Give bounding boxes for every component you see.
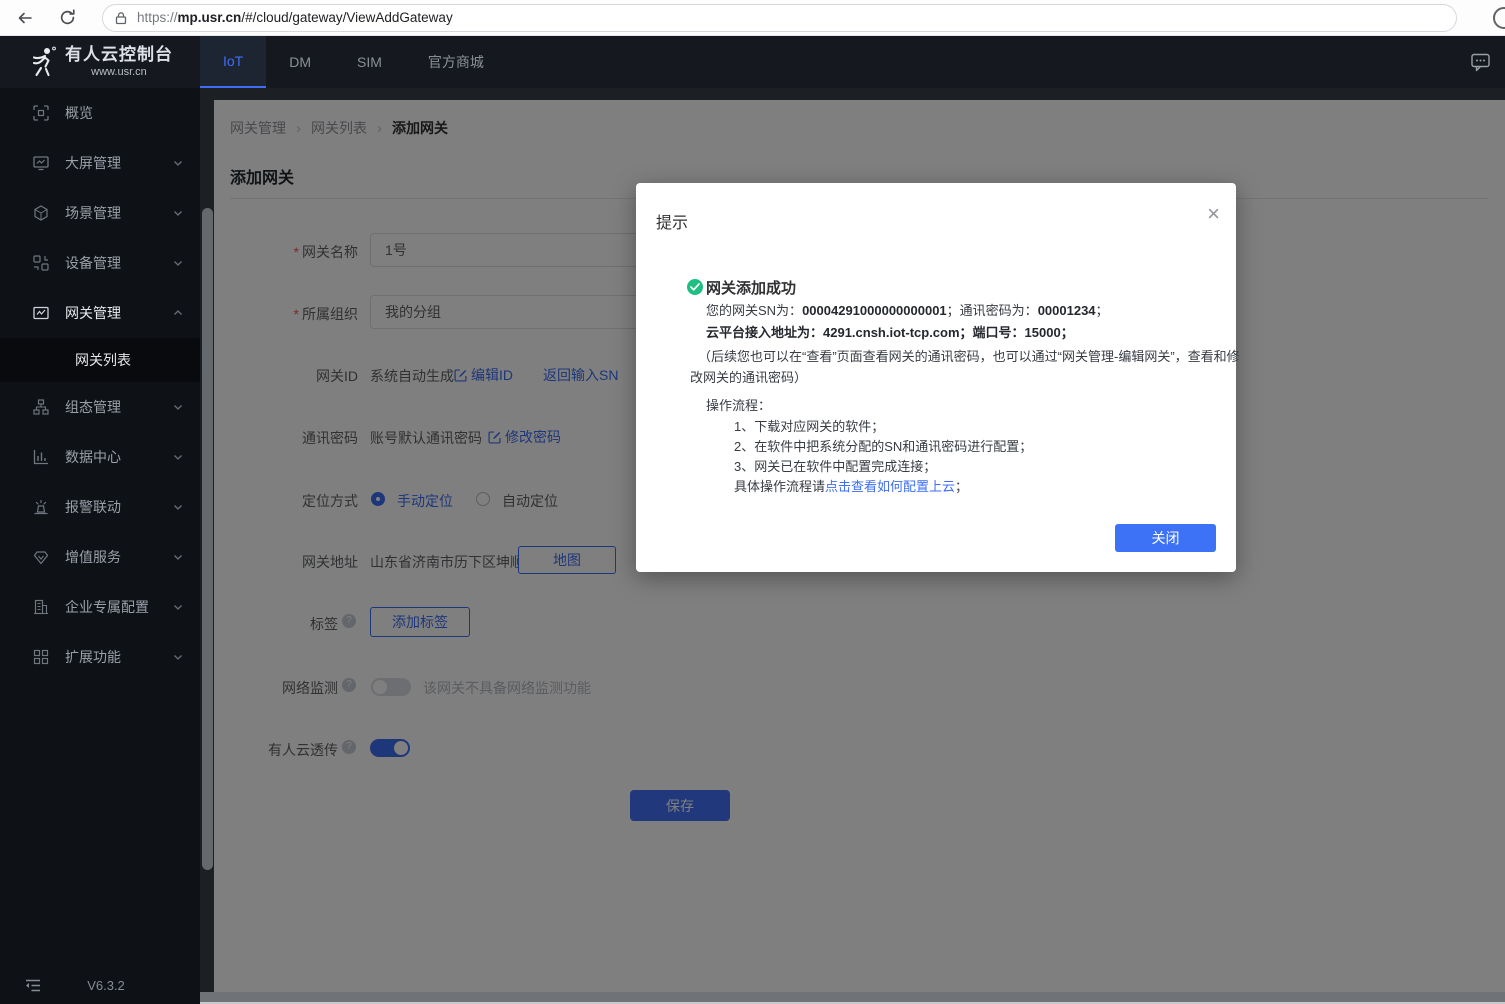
- alarm-light-icon: [33, 499, 49, 515]
- dialog-close-icon[interactable]: ×: [1207, 203, 1220, 225]
- lock-icon: [115, 11, 127, 25]
- sidebar: 概览 大屏管理 场景管理 设备管理 网关管理 网关列表 组态管理 数据中心 报警…: [0, 88, 200, 1004]
- vertical-scrollbar: [200, 88, 214, 1004]
- sidebar-item-screen-mgmt[interactable]: 大屏管理: [0, 138, 200, 188]
- sidebar-item-alarm-link[interactable]: 报警联动: [0, 482, 200, 532]
- chevron-down-icon: [172, 651, 184, 663]
- top-tabs: IoT DM SIM 官方商城: [200, 36, 507, 88]
- gateway-chart-icon: [33, 305, 49, 321]
- diamond-icon: [33, 549, 49, 565]
- address-bar[interactable]: https://mp.usr.cn/#/cloud/gateway/ViewAd…: [102, 4, 1457, 32]
- chevron-down-icon: [172, 157, 184, 169]
- tab-sim[interactable]: SIM: [334, 36, 405, 88]
- chevron-down-icon: [172, 451, 184, 463]
- building-icon: [33, 599, 49, 615]
- chevron-down-icon: [172, 207, 184, 219]
- chevron-down-icon: [172, 551, 184, 563]
- success-heading: 网关添加成功: [706, 277, 796, 298]
- sidebar-item-value-services[interactable]: 增值服务: [0, 532, 200, 582]
- bar-chart-icon: [33, 449, 49, 465]
- grid-icon: [33, 649, 49, 665]
- back-arrow-icon: [16, 10, 34, 26]
- success-check-icon: [687, 279, 703, 295]
- flow-step-1: 1、下载对应网关的软件；: [734, 416, 884, 435]
- sn-line: 您的网关SN为：00004291000000000001；通讯密码为：00001…: [706, 300, 1109, 319]
- browser-back-button[interactable]: [8, 3, 42, 33]
- vertical-scrollbar-thumb[interactable]: [202, 208, 213, 870]
- success-dialog: 提示 × 网关添加成功 您的网关SN为：00004291000000000001…: [636, 183, 1236, 572]
- message-bubble-icon[interactable]: [1471, 53, 1491, 72]
- close-dialog-button[interactable]: 关闭: [1115, 524, 1216, 552]
- app-header: 有人云控制台 www.usr.cn IoT DM SIM 官方商城: [0, 36, 1505, 88]
- chevron-down-icon: [172, 501, 184, 513]
- flow-final-line: 具体操作流程请点击查看如何配置上云；: [734, 476, 968, 495]
- comm-password-value: 00001234: [1038, 303, 1096, 318]
- version-label: V6.3.2: [41, 978, 171, 993]
- sidebar-item-config-mgmt[interactable]: 组态管理: [0, 382, 200, 432]
- device-grid-icon: [33, 255, 49, 271]
- horizontal-scrollbar: [200, 992, 1505, 1004]
- sitemap-icon: [33, 399, 49, 415]
- sidebar-item-scene-mgmt[interactable]: 场景管理: [0, 188, 200, 238]
- tab-iot[interactable]: IoT: [200, 36, 266, 88]
- sidebar-item-gateway-mgmt[interactable]: 网关管理: [0, 288, 200, 338]
- flow-title: 操作流程：: [706, 395, 771, 414]
- browser-refresh-button[interactable]: [50, 3, 84, 33]
- how-to-configure-link[interactable]: 点击查看如何配置上云: [825, 479, 955, 494]
- sidebar-subitem-gateway-list[interactable]: 网关列表: [0, 338, 200, 382]
- chevron-down-icon: [172, 257, 184, 269]
- sidebar-item-device-mgmt[interactable]: 设备管理: [0, 238, 200, 288]
- usr-runner-logo-icon: [27, 46, 57, 78]
- dialog-title: 提示: [656, 209, 688, 233]
- browser-profile-icon[interactable]: [1493, 7, 1505, 29]
- app-logo[interactable]: 有人云控制台 www.usr.cn: [0, 36, 200, 88]
- cloud-address-line: 云平台接入地址为：4291.cnsh.iot-tcp.com；端口号：15000…: [706, 322, 1074, 341]
- horizontal-scrollbar-thumb[interactable]: [200, 992, 1505, 1002]
- gateway-sn-value: 00004291000000000001: [802, 303, 947, 318]
- chevron-up-icon: [172, 307, 184, 319]
- flow-step-2: 2、在软件中把系统分配的SN和通讯密码进行配置；: [734, 436, 1032, 455]
- browser-chrome: https://mp.usr.cn/#/cloud/gateway/ViewAd…: [0, 0, 1505, 36]
- logo-subtitle: www.usr.cn: [91, 66, 147, 78]
- sidebar-item-data-center[interactable]: 数据中心: [0, 432, 200, 482]
- url-text: https://mp.usr.cn/#/cloud/gateway/ViewAd…: [137, 10, 453, 25]
- scene-cube-icon: [33, 205, 49, 221]
- chevron-down-icon: [172, 601, 184, 613]
- chevron-down-icon: [172, 401, 184, 413]
- flow-step-3: 3、网关已在软件中配置完成连接；: [734, 456, 936, 475]
- overview-icon: [33, 105, 49, 121]
- note-line-1: （后续您也可以在“查看”页面查看网关的通讯密码，也可以通过“网关管理-编辑网关”…: [698, 346, 1240, 365]
- note-line-2: 改网关的通讯密码）: [690, 367, 807, 386]
- sidebar-item-enterprise-config[interactable]: 企业专属配置: [0, 582, 200, 632]
- tab-dm[interactable]: DM: [266, 36, 334, 88]
- collapse-sidebar-icon[interactable]: [25, 979, 41, 992]
- refresh-icon: [59, 9, 76, 26]
- sidebar-item-overview[interactable]: 概览: [0, 88, 200, 138]
- big-screen-icon: [33, 155, 49, 171]
- sidebar-item-extensions[interactable]: 扩展功能: [0, 632, 200, 682]
- logo-title: 有人云控制台: [65, 46, 173, 65]
- tab-official-store[interactable]: 官方商城: [405, 36, 507, 88]
